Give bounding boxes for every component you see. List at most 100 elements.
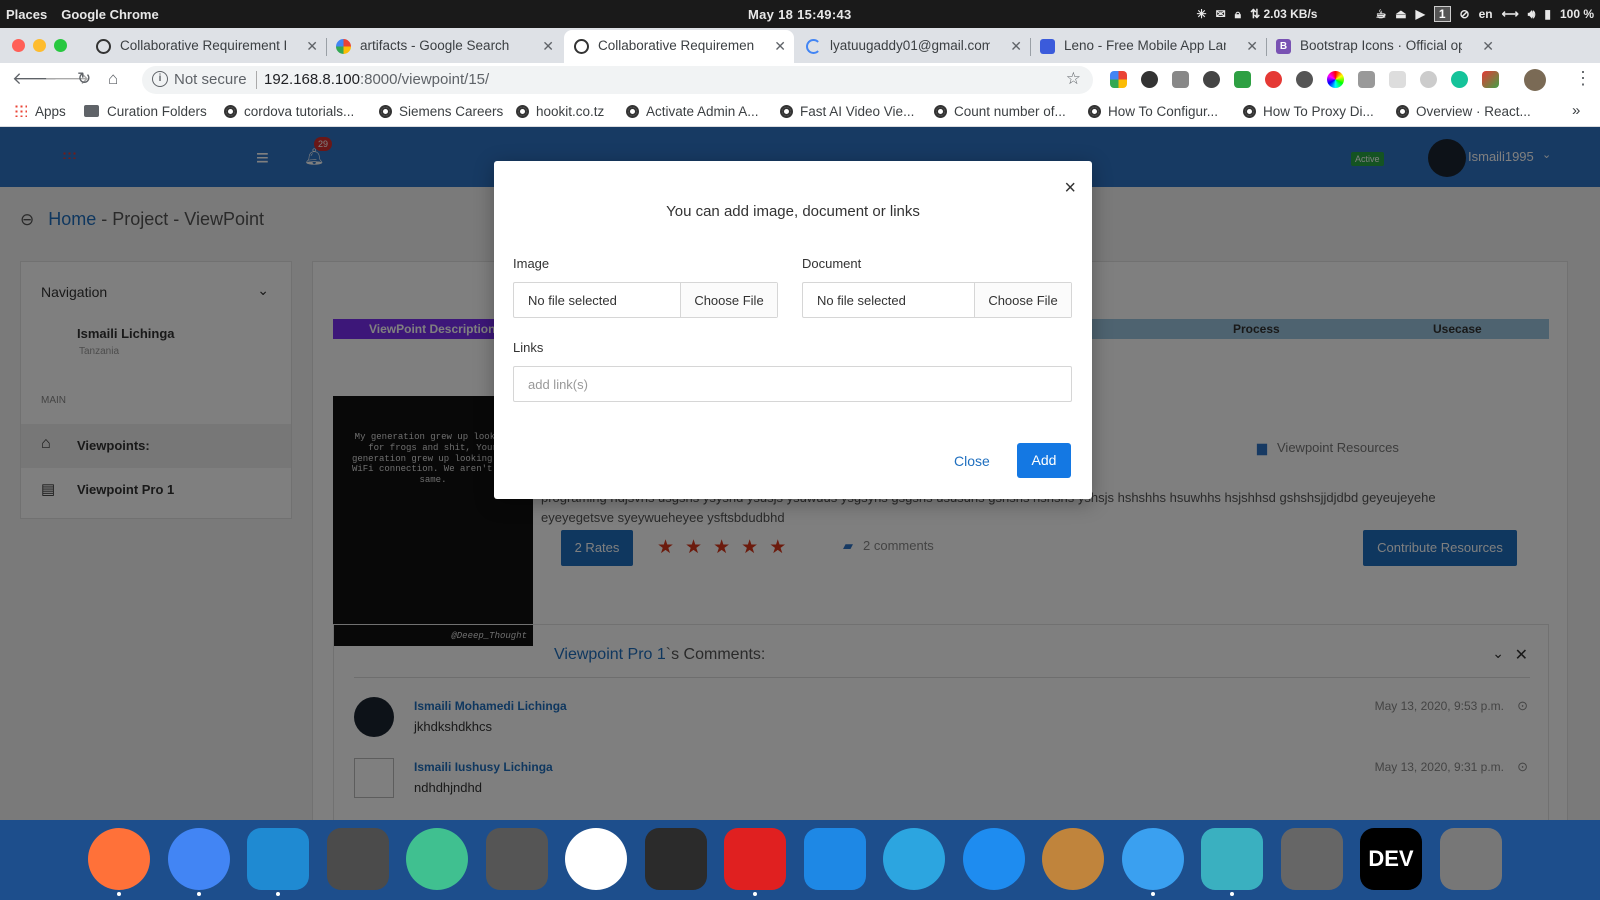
security-label[interactable]: Not secure	[174, 71, 247, 88]
browser-tab[interactable]: artifacts - Google Search ✕	[326, 30, 562, 63]
extension-icon[interactable]	[1389, 71, 1406, 88]
extension-icon[interactable]	[1172, 71, 1189, 88]
bookmark-item[interactable]: Overview · React...	[1396, 104, 1531, 119]
info-icon[interactable]: i	[152, 71, 168, 87]
x-app-icon[interactable]	[485, 828, 548, 890]
gmail-m-icon[interactable]	[724, 828, 786, 890]
bookmark-item[interactable]: Activate Admin A...	[626, 104, 759, 119]
image-file-input[interactable]: No file selected Choose File	[513, 282, 778, 318]
bookmark-item[interactable]: Siemens Careers	[379, 104, 503, 119]
color-picker-icon[interactable]	[1327, 71, 1344, 88]
video-tray-icon[interactable]: ▶	[1416, 7, 1425, 21]
bookmark-item[interactable]: hookit.co.tz	[516, 104, 604, 119]
bookmark-label: Count number of...	[954, 104, 1066, 119]
terminal-icon[interactable]	[644, 828, 707, 890]
slack-icon[interactable]	[565, 828, 627, 890]
appstore-icon[interactable]	[962, 828, 1025, 890]
address-bar[interactable]: i Not secure 192.168.8.100:8000/viewpoin…	[142, 66, 1093, 94]
menu-dots-icon[interactable]: ⋮	[1574, 68, 1592, 89]
atom-icon[interactable]	[406, 828, 468, 890]
mail-tray-icon[interactable]: ✉	[1216, 7, 1226, 21]
extension-icon[interactable]	[1358, 71, 1375, 88]
image-choose-file-button[interactable]: Choose File	[681, 283, 777, 317]
close-tab-icon[interactable]: ✕	[1246, 38, 1258, 55]
sublime-icon[interactable]	[326, 828, 389, 890]
bookmark-apps[interactable]: Apps	[14, 104, 66, 119]
extension-icon[interactable]	[1482, 71, 1499, 88]
extension-icon[interactable]	[1110, 71, 1127, 88]
grammarly-icon[interactable]	[1451, 71, 1468, 88]
document-choose-file-button[interactable]: Choose File	[975, 283, 1071, 317]
browser-tab[interactable]: lyatuugaddy01@gmail.com p ✕	[796, 30, 1030, 63]
close-tab-icon[interactable]: ✕	[1482, 38, 1494, 55]
eject-tray-icon[interactable]: ⏏	[1395, 7, 1406, 21]
active-app-name[interactable]: Google Chrome	[61, 7, 159, 22]
close-tab-icon[interactable]: ✕	[306, 38, 318, 55]
google-icon	[336, 39, 351, 54]
bookmark-item[interactable]: How To Proxy Di...	[1243, 104, 1374, 119]
minimize-window-button[interactable]	[33, 39, 46, 52]
close-tab-icon[interactable]: ✕	[774, 38, 786, 55]
coffee-tray-icon[interactable]: ☕︎	[1375, 7, 1386, 21]
more-bookmarks-icon[interactable]: »	[1572, 102, 1580, 119]
links-input[interactable]: add link(s)	[513, 366, 1072, 402]
firefox-icon[interactable]	[88, 828, 150, 890]
places-menu[interactable]: Places	[6, 7, 47, 22]
clock[interactable]: May 18 15:49:43	[748, 7, 852, 22]
close-window-button[interactable]	[12, 39, 25, 52]
bookmark-folder[interactable]: Curation Folders	[84, 104, 207, 119]
reload-icon[interactable]: ↻	[77, 69, 91, 89]
bookmark-item[interactable]: Fast AI Video Vie...	[780, 104, 914, 119]
close-button[interactable]: Close	[942, 443, 1002, 479]
volume-tray-icon[interactable]: 🔊︎	[1528, 7, 1536, 22]
bookmark-item[interactable]: Count number of...	[934, 104, 1066, 119]
toolbar: 🡐 🡒 ↻ ⌂ i Not secure 192.168.8.100:8000/…	[0, 63, 1600, 97]
bookmark-label: How To Proxy Di...	[1263, 104, 1374, 119]
finder-icon[interactable]	[1121, 828, 1184, 890]
bookmark-label: Curation Folders	[107, 104, 207, 119]
launchpad-icon[interactable]	[1439, 828, 1502, 890]
download-icon[interactable]	[1203, 71, 1220, 88]
messages-icon[interactable]	[803, 828, 866, 890]
close-icon[interactable]: ×	[1064, 177, 1076, 200]
language-indicator[interactable]: en	[1479, 7, 1493, 21]
close-tab-icon[interactable]: ✕	[542, 38, 554, 55]
globe-icon	[224, 105, 237, 118]
browser-tab[interactable]: B Bootstrap Icons · Official ope ✕	[1266, 30, 1502, 63]
tab-title: lyatuugaddy01@gmail.com p	[830, 38, 990, 53]
speaker-icon[interactable]	[1280, 828, 1343, 890]
vscode-icon[interactable]	[247, 828, 309, 890]
extension-icon[interactable]	[1234, 71, 1251, 88]
close-tab-icon[interactable]: ✕	[1010, 38, 1022, 55]
lock-tray-icon[interactable]: 🔒︎	[1235, 7, 1241, 22]
network-tray-icon[interactable]: ⟷	[1502, 7, 1519, 21]
bookmark-label: Fast AI Video Vie...	[800, 104, 915, 119]
dnd-tray-icon[interactable]: ⊘	[1460, 7, 1470, 21]
telegram-icon[interactable]	[883, 828, 945, 890]
star-icon[interactable]: ☆	[1066, 69, 1081, 89]
battery-percent: 100 %	[1559, 7, 1594, 21]
bookmark-label: hookit.co.tz	[536, 104, 605, 119]
extension-icon[interactable]	[1265, 71, 1282, 88]
extension-icon[interactable]	[1296, 71, 1313, 88]
dev-icon[interactable]: DEV	[1360, 828, 1422, 890]
stats-icon[interactable]	[1201, 828, 1263, 890]
home-icon[interactable]: ⌂	[108, 69, 118, 89]
contacts-icon[interactable]	[1042, 828, 1104, 890]
github-icon[interactable]	[1141, 71, 1158, 88]
url-text[interactable]: 192.168.8.100:8000/viewpoint/15/	[264, 71, 489, 88]
bookmark-item[interactable]: cordova tutorials...	[224, 104, 354, 119]
slack-tray-icon[interactable]: ✳	[1197, 7, 1207, 21]
profile-avatar[interactable]	[1524, 69, 1546, 91]
chrome-icon[interactable]	[167, 828, 230, 890]
bookmark-label: Siemens Careers	[399, 104, 504, 119]
bookmark-item[interactable]: How To Configur...	[1088, 104, 1218, 119]
browser-tab-active[interactable]: Collaborative Requirement E ✕	[564, 30, 794, 63]
workspace-indicator[interactable]: 1	[1433, 6, 1451, 22]
maximize-window-button[interactable]	[54, 39, 67, 52]
add-button[interactable]: Add	[1017, 443, 1071, 478]
browser-tab[interactable]: Leno - Free Mobile App Land ✕	[1030, 30, 1266, 63]
extension-icon[interactable]	[1420, 71, 1437, 88]
document-file-input[interactable]: No file selected Choose File	[802, 282, 1072, 318]
browser-tab[interactable]: Collaborative Requirement E ✕	[86, 30, 326, 63]
